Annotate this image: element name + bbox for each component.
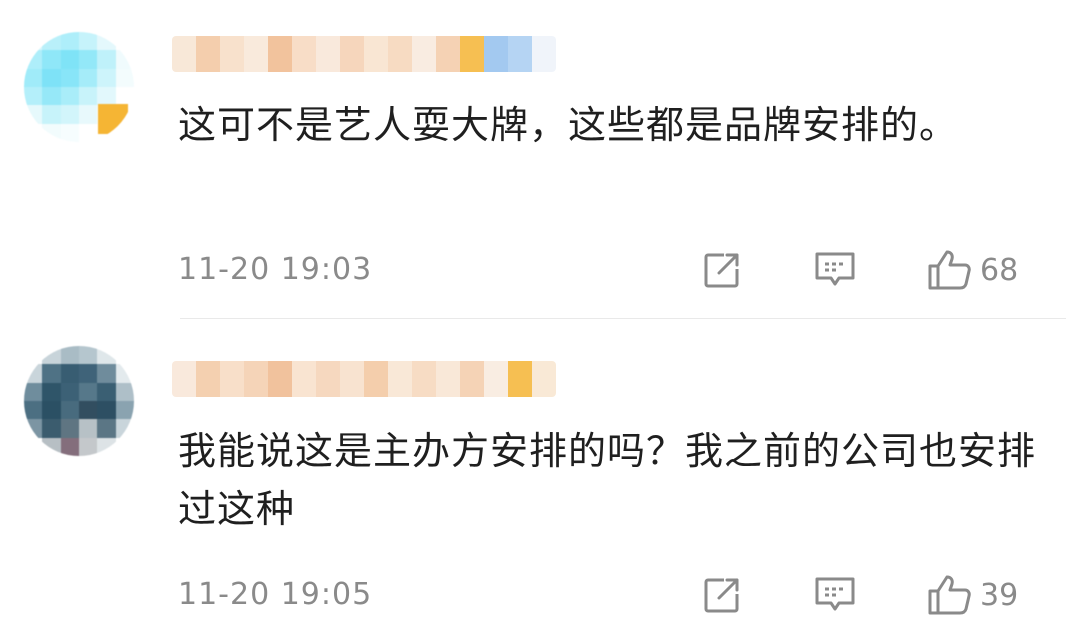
comment-time: 11-20 19:05 [178, 577, 373, 612]
comment-icon [815, 252, 855, 286]
share-button[interactable] [702, 575, 742, 615]
comment-time: 11-20 19:03 [178, 252, 373, 287]
share-icon [704, 253, 739, 288]
username-blurred[interactable] [172, 361, 556, 397]
comment-meta: 11-20 19:03 68 [178, 250, 1036, 290]
comment-divider [180, 318, 1066, 319]
comment-text: 这可不是艺人耍大牌，这些都是品牌安排的。 [178, 103, 959, 147]
comment-text: 我能说这是主办方安排的吗？我之前的公司也安排过这种 [178, 429, 1037, 531]
comment-meta: 11-20 19:05 39 [178, 575, 1036, 615]
like-count: 39 [980, 577, 1019, 613]
avatar-badge [98, 104, 128, 134]
share-icon [704, 578, 739, 613]
avatar[interactable] [24, 346, 134, 456]
share-button[interactable] [702, 250, 742, 290]
thumbs-up-icon [928, 250, 971, 290]
username-blurred[interactable] [172, 36, 556, 72]
avatar-pixelated [24, 346, 134, 456]
like-button[interactable]: 68 [926, 250, 1018, 290]
thumbs-up-icon [928, 575, 971, 615]
like-count: 68 [980, 252, 1019, 288]
like-button[interactable]: 39 [926, 575, 1018, 615]
comment-icon [815, 577, 855, 611]
avatar[interactable] [24, 32, 134, 142]
reply-button[interactable] [814, 575, 856, 615]
reply-button[interactable] [814, 250, 856, 290]
